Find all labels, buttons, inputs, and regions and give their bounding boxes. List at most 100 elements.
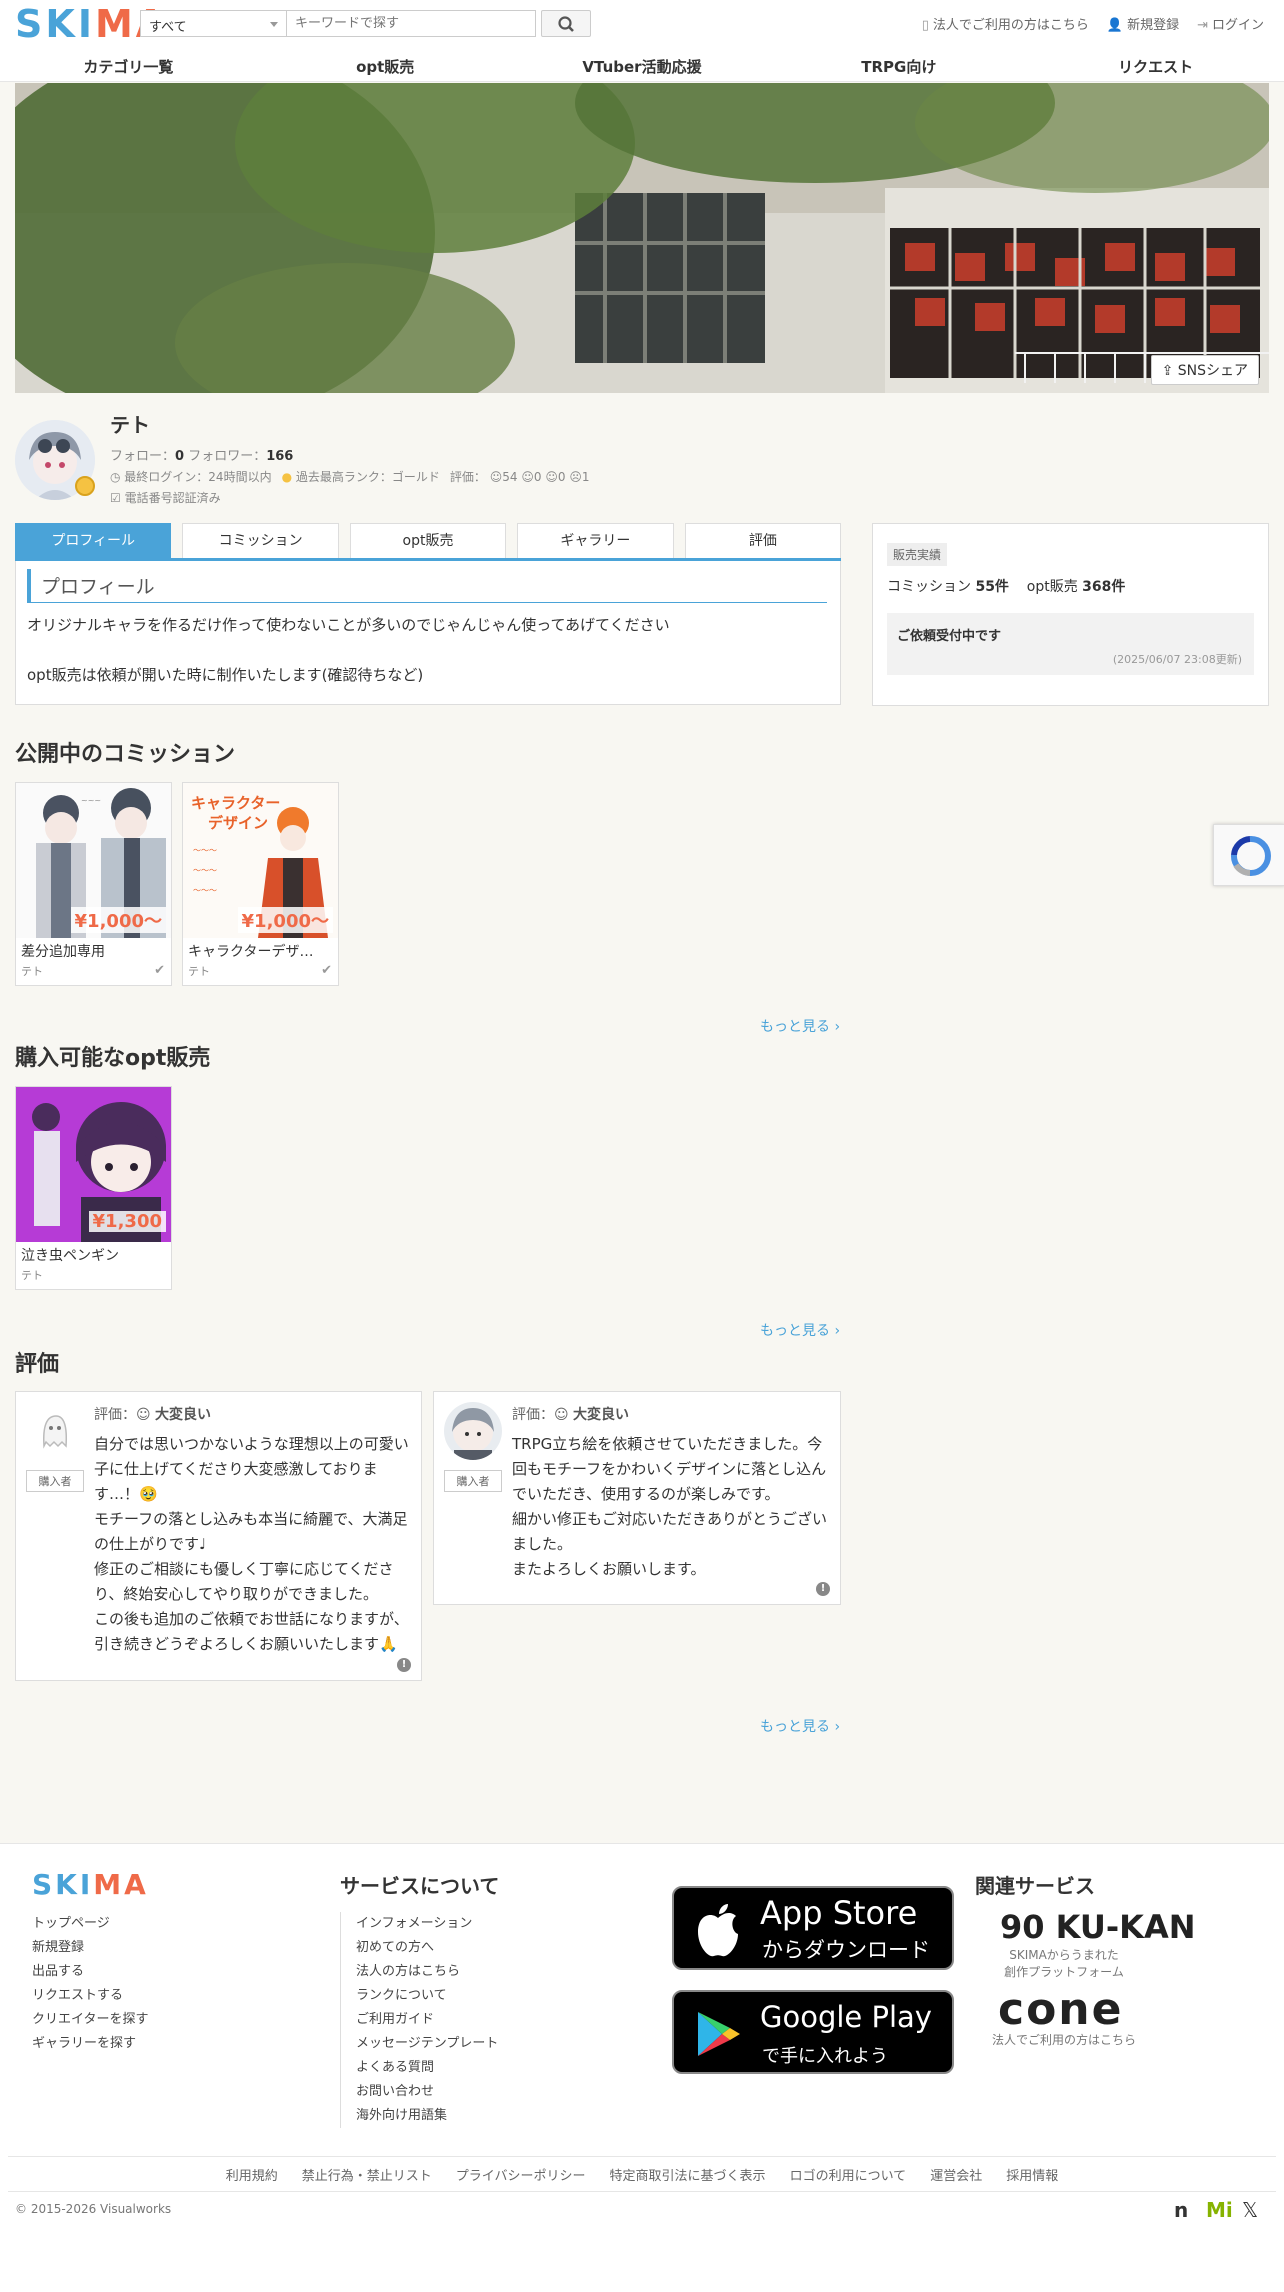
kukan-logo[interactable]: 90 KU-KAN xyxy=(1000,1908,1196,1946)
footer-legal-link[interactable]: 採用情報 xyxy=(1006,2165,1058,2184)
footer-link[interactable]: トップページ xyxy=(32,1912,148,1936)
card-title[interactable]: キャラクターデザイン xyxy=(188,941,318,961)
misskey-icon[interactable]: Mi xyxy=(1206,2198,1233,2222)
reviewer-avatar xyxy=(26,1402,84,1460)
kukan-caption: SKIMAからうまれた 創作プラットフォーム xyxy=(1004,1948,1124,1979)
cover-photo xyxy=(15,83,1269,393)
footer-link[interactable]: 海外向け用語集 xyxy=(356,2104,498,2128)
footer-link[interactable]: 新規登録 xyxy=(32,1936,148,1960)
svg-text:～～～: ～～～ xyxy=(193,886,217,895)
opt-card[interactable]: ¥1,300 泣き虫ペンギン テト xyxy=(15,1086,172,1290)
report-icon[interactable]: ! xyxy=(397,1658,411,1672)
footer-link[interactable]: ランクについて xyxy=(356,1984,498,2008)
order-status: ご依頼受付中です (2025/06/07 23:08更新) xyxy=(887,613,1254,675)
footer-bottom-links: 利用規約 禁止行為・禁止リスト プライバシーポリシー 特定商取引法に基づく表示 … xyxy=(8,2156,1276,2192)
svg-text:デザイン: デザイン xyxy=(208,814,268,832)
card-title[interactable]: 泣き虫ペンギン xyxy=(21,1245,151,1265)
footer-links-service: インフォメーション 初めての方へ 法人の方はこちら ランクについて ご利用ガイド… xyxy=(340,1912,498,2128)
review-text: TRPG立ち絵を依頼させていただきました。今回もモチーフをかわいくデザインに落と… xyxy=(512,1435,828,1578)
nav-vtuber[interactable]: VTuber活動応援 xyxy=(514,56,771,82)
phone-verified: ☑ 電話番号認証済み xyxy=(110,491,221,505)
card-creator[interactable]: テト xyxy=(21,1267,43,1283)
commission-card[interactable]: キャラクター デザイン ～～～ ～～～ ～～～ ¥1,000〜 キャラクターデザイン テ… xyxy=(182,782,339,986)
buyer-badge: 購入者 xyxy=(444,1470,502,1492)
copyright: © 2015-2026 Visualworks xyxy=(15,2202,172,2216)
footer-link[interactable]: よくある質問 xyxy=(356,2056,498,2080)
category-select[interactable]: すべて xyxy=(140,10,286,37)
footer-link[interactable]: 初めての方へ xyxy=(356,1936,498,1960)
rating-normal-icon: ☺ xyxy=(545,470,558,484)
card-creator[interactable]: テト xyxy=(21,963,43,979)
footer-legal-link[interactable]: プライバシーポリシー xyxy=(456,2165,586,2184)
card-creator[interactable]: テト xyxy=(188,963,210,979)
footer-link[interactable]: ご利用ガイド xyxy=(356,2008,498,2032)
tab-rating[interactable]: 評価 xyxy=(684,523,842,560)
service-title: サービスについて xyxy=(340,1874,500,1898)
corporate-link[interactable]: ▯ 法人でご利用の方はこちら xyxy=(922,14,1089,33)
tab-profile[interactable]: プロフィール xyxy=(15,523,172,560)
footer-logo[interactable]: SKIMA xyxy=(32,1868,149,1901)
profile-text: オリジナルキャラを作るだけ作って使わないことが多いのでじゃんじゃん使ってあげてく… xyxy=(27,616,670,684)
rating-great-icon: ☺ xyxy=(489,470,503,484)
tab-gallery[interactable]: ギャラリー xyxy=(517,523,674,560)
nav-opt[interactable]: opt販売 xyxy=(257,56,514,82)
footer-legal-link[interactable]: 禁止行為・禁止リスト xyxy=(302,2165,432,2184)
signup-link[interactable]: 👤 新規登録 xyxy=(1107,14,1179,33)
footer-link[interactable]: メッセージテンプレート xyxy=(356,2032,498,2056)
x-icon[interactable]: 𝕏 xyxy=(1242,2198,1258,2222)
sns-share-button[interactable]: ⇪ SNSシェア xyxy=(1150,355,1259,385)
search-button[interactable] xyxy=(541,10,591,37)
recaptcha-badge[interactable] xyxy=(1213,824,1284,886)
nav-request[interactable]: リクエスト xyxy=(1027,56,1284,82)
search-icon xyxy=(558,16,574,32)
search-input[interactable] xyxy=(286,10,536,37)
nav-trpg[interactable]: TRPG向け xyxy=(770,56,1027,82)
review-card: 購入者 評価：☺ 大変良い 自分では思いつかないような理想以上の可愛い子に仕上げ… xyxy=(15,1391,422,1681)
footer-link[interactable]: クリエイターを探す xyxy=(32,2008,148,2032)
related-title: 関連サービス xyxy=(975,1874,1095,1898)
price-tag: ¥1,300 xyxy=(88,1211,166,1232)
global-nav: カテゴリ一覧 opt販売 VTuber活動応援 TRPG向け リクエスト xyxy=(0,56,1284,82)
profile-panel-title: プロフィール xyxy=(27,569,827,603)
app-store-button[interactable]: App Store からダウンロード xyxy=(672,1886,954,1970)
commissions-more-link[interactable]: もっと見る › xyxy=(760,1016,840,1036)
note-icon[interactable]: n xyxy=(1174,2198,1188,2222)
follower-count[interactable]: 166 xyxy=(266,449,293,464)
review-text: 自分では思いつかないような理想以上の可愛い子に仕上げてくださり大変感激しておりま… xyxy=(94,1435,409,1653)
report-icon[interactable]: ! xyxy=(816,1582,830,1596)
footer-link[interactable]: リクエストする xyxy=(32,1984,148,2008)
reviews-more-link[interactable]: もっと見る › xyxy=(760,1716,840,1736)
apple-icon xyxy=(698,1904,738,1957)
footer-legal-link[interactable]: 利用規約 xyxy=(226,2165,278,2184)
footer-legal-link[interactable]: 運営会社 xyxy=(930,2165,982,2184)
rank-icon: ● xyxy=(281,470,296,484)
tab-commission[interactable]: コミッション xyxy=(182,523,339,560)
smile-icon: ☺ xyxy=(136,1407,156,1423)
opt-more-link[interactable]: もっと見る › xyxy=(760,1320,840,1340)
footer-link[interactable]: お問い合わせ xyxy=(356,2080,498,2104)
site-footer: SKIMA トップページ 新規登録 出品する リクエストする クリエイターを探す… xyxy=(0,1843,1284,2292)
card-title[interactable]: 差分追加専用 xyxy=(21,941,151,961)
commission-card[interactable]: ~~~ ¥1,000〜 差分追加専用 テト ✔ xyxy=(15,782,172,986)
follow-count[interactable]: 0 xyxy=(175,449,184,464)
price-tag: ¥1,000〜 xyxy=(237,907,333,933)
review-card: 購入者 評価：☺ 大変良い TRPG立ち絵を依頼させていただきました。今回もモチ… xyxy=(433,1391,841,1605)
commissions-title: 公開中のコミッション xyxy=(15,742,236,767)
footer-link[interactable]: 出品する xyxy=(32,1960,148,1984)
login-icon: ⇥ xyxy=(1197,18,1208,33)
check-icon: ✔ xyxy=(321,963,332,978)
footer-legal-link[interactable]: ロゴの利用について xyxy=(790,2165,907,2184)
review-rating: 評価：☺ 大変良い xyxy=(512,1407,630,1423)
nav-categories[interactable]: カテゴリ一覧 xyxy=(0,56,257,82)
tab-opt[interactable]: opt販売 xyxy=(349,523,507,560)
footer-link[interactable]: インフォメーション xyxy=(356,1912,498,1936)
google-play-button[interactable]: Google Play で手に入れよう xyxy=(672,1990,954,2074)
sales-record-box: 販売実績 コミッション 55件 opt販売 368件 ご依頼受付中です (202… xyxy=(872,523,1269,706)
site-header: SKIMA すべて ▯法人でご利用の方はこちら 👤新規登録 ⇥ログイン カテゴリ… xyxy=(0,0,1284,82)
footer-link[interactable]: 法人の方はこちら xyxy=(356,1960,498,1984)
footer-legal-link[interactable]: 特定商取引法に基づく表示 xyxy=(610,2165,766,2184)
login-link[interactable]: ⇥ ログイン xyxy=(1197,14,1264,33)
share-icon: ⇪ xyxy=(1161,363,1178,379)
cone-logo[interactable]: cone xyxy=(998,1984,1123,2035)
footer-link[interactable]: ギャラリーを探す xyxy=(32,2032,148,2056)
